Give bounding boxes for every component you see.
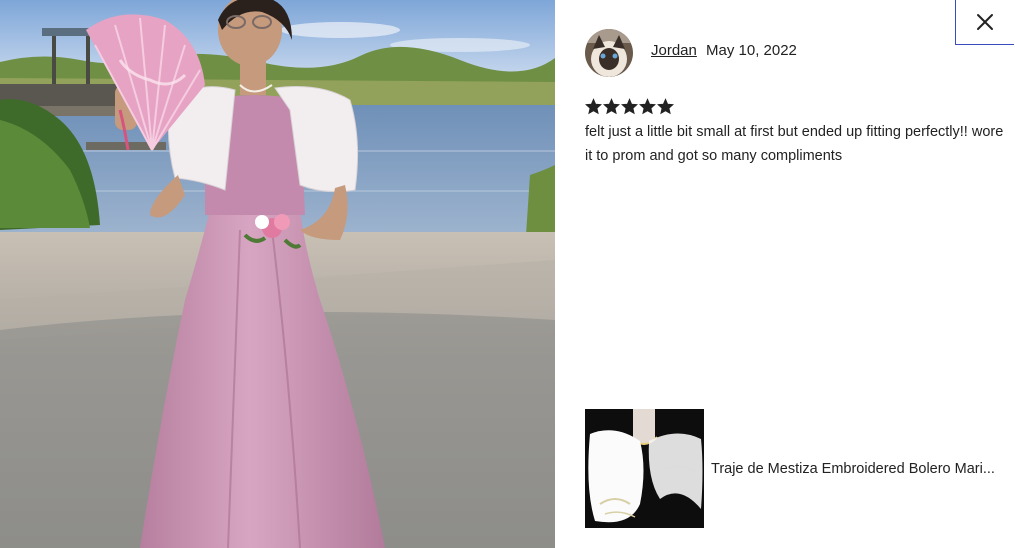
review-photo xyxy=(0,0,555,548)
review-photo-modal: Jordan May 10, 2022 felt just a little b… xyxy=(0,0,1015,548)
close-icon xyxy=(977,14,993,30)
star-icon xyxy=(621,98,638,115)
star-icon xyxy=(639,98,656,115)
product-thumbnail xyxy=(585,409,704,528)
star-rating xyxy=(585,98,674,115)
product-title: Traje de Mestiza Embroidered Bolero Mari… xyxy=(711,460,995,477)
star-icon xyxy=(603,98,620,115)
review-text: felt just a little bit small at first bu… xyxy=(585,124,1004,164)
reviewer-name-link[interactable]: Jordan xyxy=(651,42,697,59)
avatar xyxy=(585,29,633,77)
star-icon xyxy=(585,98,602,115)
product-link[interactable]: Traje de Mestiza Embroidered Bolero Mari… xyxy=(585,409,1005,528)
star-icon xyxy=(657,98,674,115)
close-button[interactable] xyxy=(955,0,1014,45)
review-date: May 10, 2022 xyxy=(706,42,797,59)
